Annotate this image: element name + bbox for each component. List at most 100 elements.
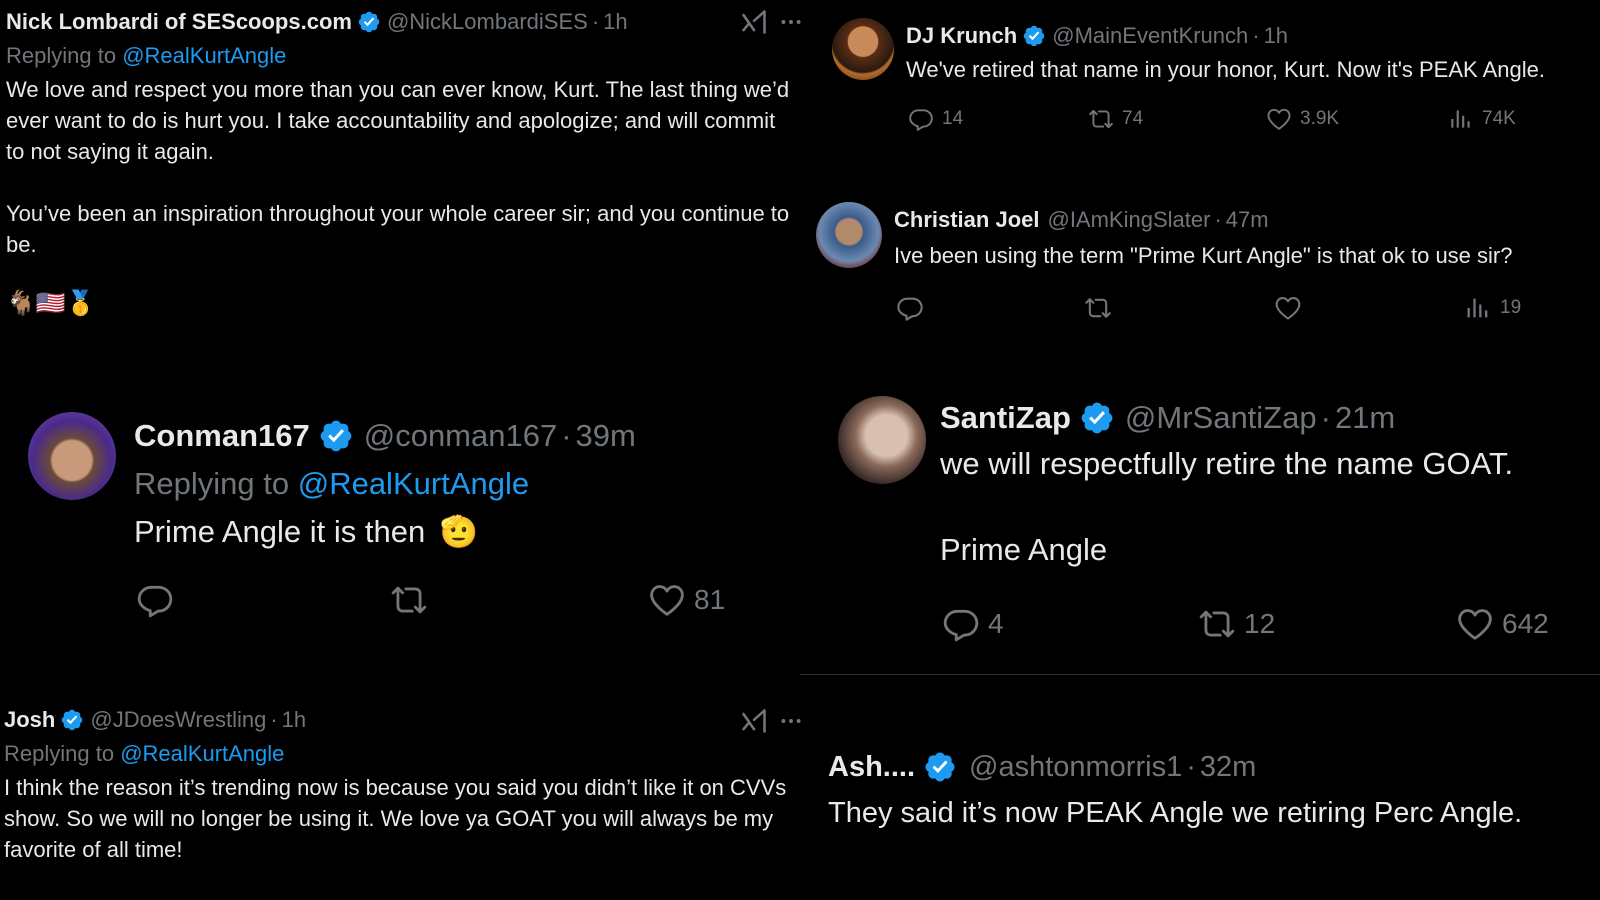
tweet-emoji: 🐐🇺🇸🥇 bbox=[6, 290, 96, 317]
avatar[interactable] bbox=[832, 18, 894, 80]
tweet-header: Ash.... @ashtonmorris1 · 32m bbox=[828, 744, 1600, 790]
tweet-text: We love and respect you more than you ca… bbox=[6, 77, 790, 257]
tweet-time[interactable]: 32m bbox=[1200, 744, 1256, 790]
author-name[interactable]: Nick Lombardi of SEScoops.com bbox=[6, 6, 352, 37]
replying-to: Replying to @RealKurtAngle bbox=[134, 460, 784, 508]
like-button[interactable]: 3.9K bbox=[1266, 106, 1339, 132]
verified-badge-icon bbox=[923, 750, 957, 784]
like-count: 642 bbox=[1502, 608, 1549, 639]
views-count: 19 bbox=[1500, 297, 1522, 318]
author-handle[interactable]: @MrSantiZap bbox=[1125, 394, 1317, 442]
tweet-header: Nick Lombardi of SEScoops.com @NickLomba… bbox=[6, 6, 806, 37]
replying-to-link[interactable]: @RealKurtAngle bbox=[120, 741, 284, 766]
reply-button[interactable] bbox=[896, 294, 924, 322]
tweet-dj-krunch[interactable]: DJ Krunch @MainEventKrunch · 1h We've re… bbox=[906, 20, 1600, 86]
views-count: 74K bbox=[1482, 108, 1516, 129]
reply-count: 4 bbox=[988, 608, 1004, 639]
tweet-text: I think the reason it’s trending now is … bbox=[4, 775, 787, 862]
like-count: 3.9K bbox=[1300, 108, 1340, 129]
like-button[interactable] bbox=[1274, 294, 1302, 322]
tweet-josh-toolbar bbox=[740, 707, 804, 735]
author-name[interactable]: DJ Krunch bbox=[906, 20, 1017, 52]
tweet-text-row: Prime Angle it is then 🫡 bbox=[134, 508, 784, 556]
tweet-time[interactable]: 1h bbox=[282, 704, 306, 735]
author-handle[interactable]: @IAmKingSlater bbox=[1047, 203, 1210, 237]
author-name[interactable]: SantiZap bbox=[940, 394, 1071, 442]
replying-to: Replying to @RealKurtAngle bbox=[6, 40, 806, 71]
replying-to-link[interactable]: @RealKurtAngle bbox=[298, 466, 529, 501]
tweet-time[interactable]: 39m bbox=[576, 412, 636, 460]
grok-icon[interactable] bbox=[740, 8, 768, 36]
author-handle[interactable]: @ashtonmorris1 bbox=[969, 744, 1182, 790]
author-name[interactable]: Conman167 bbox=[134, 412, 310, 460]
like-button[interactable]: 81 bbox=[648, 581, 725, 619]
replying-to-link[interactable]: @RealKurtAngle bbox=[122, 43, 286, 68]
author-handle[interactable]: @conman167 bbox=[364, 412, 557, 460]
tweet-header: DJ Krunch @MainEventKrunch · 1h bbox=[906, 20, 1600, 52]
separator-dot: · bbox=[1320, 400, 1331, 435]
tweet-nick-toolbar bbox=[740, 8, 804, 36]
verified-badge-icon bbox=[1022, 24, 1046, 48]
separator-dot: · bbox=[1214, 207, 1222, 232]
separator-dot: · bbox=[1186, 751, 1196, 783]
verified-badge-icon bbox=[357, 10, 381, 34]
author-name[interactable]: Ash.... bbox=[828, 744, 915, 790]
author-handle[interactable]: @NickLombardiSES bbox=[387, 6, 588, 37]
separator-dot: · bbox=[561, 418, 572, 453]
like-count: 81 bbox=[694, 584, 726, 615]
tweet-time[interactable]: 47m bbox=[1226, 203, 1269, 237]
author-handle[interactable]: @JDoesWrestling bbox=[90, 704, 266, 735]
avatar[interactable] bbox=[838, 396, 926, 484]
tweet-ash[interactable]: Ash.... @ashtonmorris1 · 32m They said i… bbox=[828, 744, 1600, 836]
tweet-time[interactable]: 1h bbox=[1264, 20, 1288, 52]
author-name[interactable]: Christian Joel bbox=[894, 203, 1039, 237]
tweet-header: SantiZap @MrSantiZap · 21m bbox=[940, 394, 1600, 442]
verified-badge-icon bbox=[1079, 400, 1115, 436]
tweet-text: We've retired that name in your honor, K… bbox=[906, 57, 1545, 82]
author-name[interactable]: Josh bbox=[4, 704, 55, 735]
separator-dot: · bbox=[270, 707, 278, 732]
repost-count: 74 bbox=[1122, 108, 1144, 129]
views-button[interactable]: 74K bbox=[1448, 106, 1516, 132]
separator-dot: · bbox=[591, 9, 600, 34]
repost-button[interactable] bbox=[1084, 294, 1112, 322]
repost-button[interactable]: 74 bbox=[1088, 106, 1143, 132]
reply-button[interactable] bbox=[136, 581, 174, 619]
author-handle[interactable]: @MainEventKrunch bbox=[1052, 20, 1248, 52]
repost-count: 12 bbox=[1244, 608, 1276, 639]
like-button[interactable]: 642 bbox=[1456, 605, 1549, 643]
reply-count: 14 bbox=[942, 108, 964, 129]
views-button[interactable]: 19 bbox=[1464, 294, 1521, 322]
reply-button[interactable]: 14 bbox=[908, 106, 963, 132]
tweet-header: Christian Joel @IAmKingSlater · 47m bbox=[894, 203, 1600, 237]
tweet-santizap[interactable]: SantiZap @MrSantiZap · 21m we will respe… bbox=[940, 394, 1600, 571]
grok-icon[interactable] bbox=[740, 707, 768, 735]
tweet-time[interactable]: 21m bbox=[1335, 394, 1395, 442]
separator-dot: · bbox=[1252, 23, 1260, 48]
tweet-christian-joel[interactable]: Christian Joel @IAmKingSlater · 47m Ive … bbox=[894, 203, 1600, 273]
tweet-text: we will respectfully retire the name GOA… bbox=[940, 446, 1514, 567]
repost-button[interactable]: 12 bbox=[1198, 605, 1275, 643]
tweet-time[interactable]: 1h bbox=[603, 6, 627, 37]
tweet-text: Prime Angle it is then bbox=[134, 514, 426, 549]
divider bbox=[800, 674, 1600, 675]
avatar[interactable] bbox=[28, 412, 116, 500]
more-icon[interactable] bbox=[778, 708, 804, 734]
avatar[interactable] bbox=[816, 202, 882, 268]
replying-to-prefix: Replying to bbox=[6, 43, 117, 68]
repost-button[interactable] bbox=[390, 581, 428, 619]
replying-to-prefix: Replying to bbox=[134, 466, 290, 501]
more-icon[interactable] bbox=[778, 9, 804, 35]
tweet-nick-lombardi[interactable]: Nick Lombardi of SEScoops.com @NickLomba… bbox=[6, 6, 806, 319]
replying-to-prefix: Replying to bbox=[4, 741, 115, 766]
tweet-conman167[interactable]: Conman167 @conman167 · 39m Replying to @… bbox=[134, 412, 784, 556]
verified-badge-icon bbox=[318, 418, 354, 454]
tweet-josh[interactable]: Josh @JDoesWrestling · 1h Replying to @R… bbox=[4, 704, 804, 865]
tweet-text: They said it’s now PEAK Angle we retirin… bbox=[828, 797, 1523, 829]
tweet-header: Conman167 @conman167 · 39m bbox=[134, 412, 784, 460]
reply-button[interactable]: 4 bbox=[942, 605, 1004, 643]
tweet-header: Josh @JDoesWrestling · 1h bbox=[4, 704, 804, 735]
verified-badge-icon bbox=[60, 708, 84, 732]
salute-emoji: 🫡 bbox=[439, 514, 479, 549]
replying-to: Replying to @RealKurtAngle bbox=[4, 738, 804, 769]
